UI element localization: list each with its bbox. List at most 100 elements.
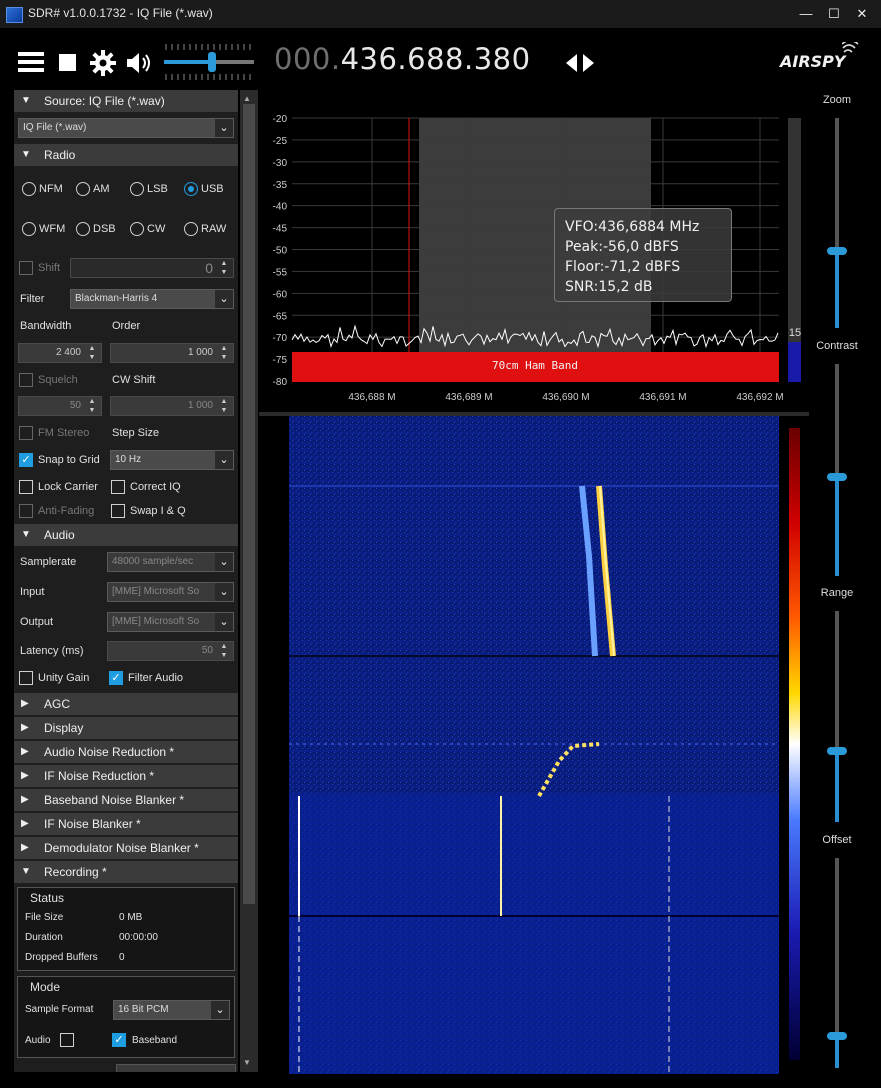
filter-select[interactable]: Blackman-Harris 4 ⌄ xyxy=(70,289,234,309)
agc-section-header[interactable]: ▶ AGC xyxy=(14,693,238,715)
if-noise-reduction-header[interactable]: ▶ IF Noise Reduction * xyxy=(14,765,238,787)
shift-checkbox[interactable] xyxy=(19,261,33,275)
mode-radio-dsb[interactable] xyxy=(76,222,90,236)
swap-iq-label: Swap I & Q xyxy=(130,505,186,517)
tooltip-floor: Floor:-71,2 dBFS xyxy=(565,259,681,275)
scroll-down-icon[interactable]: ▼ xyxy=(243,1058,251,1067)
bandwidth-label: Bandwidth xyxy=(20,320,72,332)
y-tick-label: -35 xyxy=(273,180,288,191)
latency-input[interactable]: 50 ▲ ▼ xyxy=(107,641,234,661)
gear-icon[interactable] xyxy=(90,50,116,76)
record-button[interactable] xyxy=(116,1064,236,1072)
anti-fading-checkbox[interactable] xyxy=(19,504,33,518)
duration-value: 00:00:00 xyxy=(119,932,158,943)
swap-iq-checkbox[interactable] xyxy=(111,504,125,518)
record-audio-checkbox[interactable] xyxy=(60,1033,74,1047)
tuning-arrows-icon[interactable] xyxy=(566,53,594,73)
recording-mode-box: Mode Sample Format 16 Bit PCM ⌄ Audio ✓ B… xyxy=(17,976,235,1058)
y-tick-label: -60 xyxy=(273,289,288,300)
anti-fading-label: Anti-Fading xyxy=(38,505,95,517)
samplerate-select[interactable]: 48000 sample/sec ⌄ xyxy=(107,552,234,572)
scrollbar-thumb[interactable] xyxy=(243,104,255,904)
maximize-button[interactable]: ☐ xyxy=(823,4,845,24)
snap-to-grid-label: Snap to Grid xyxy=(38,454,100,466)
output-device-select[interactable]: [MME] Microsoft So ⌄ xyxy=(107,612,234,632)
mode-radio-lsb[interactable] xyxy=(130,182,144,196)
mode-label-usb: USB xyxy=(201,183,224,195)
scroll-up-icon[interactable]: ▲ xyxy=(243,94,251,103)
speaker-icon[interactable] xyxy=(126,51,154,75)
zoom-label: Zoom xyxy=(822,94,852,106)
title-bar: SDR# v1.0.0.1732 - IQ File (*.wav) — ☐ ✕ xyxy=(0,0,881,28)
waterfall-display[interactable] xyxy=(259,416,809,1074)
shift-input[interactable]: 0 ▲ ▼ xyxy=(70,258,234,278)
squelch-checkbox[interactable] xyxy=(19,373,33,387)
spectrum-analyzer[interactable]: 70cm Ham Band -20 -25 -30 -35 -40 -45 -50 -55 -6… xyxy=(259,90,809,412)
source-select[interactable]: IQ File (*.wav) ⌄ xyxy=(18,118,234,138)
snap-to-grid-checkbox[interactable]: ✓ xyxy=(19,453,33,467)
source-section-header[interactable]: ▼ Source: IQ File (*.wav) xyxy=(14,90,238,112)
display-sliders-panel: Zoom Contrast Range Offset xyxy=(809,90,865,1074)
stop-icon[interactable] xyxy=(59,54,76,71)
zoom-slider[interactable] xyxy=(827,247,847,255)
frequency-display[interactable]: 000.436.688.380 xyxy=(274,42,531,76)
mode-radio-am[interactable] xyxy=(76,182,90,196)
fm-stereo-checkbox[interactable] xyxy=(19,426,33,440)
menu-icon[interactable] xyxy=(18,51,44,73)
mode-radio-raw[interactable] xyxy=(184,222,198,236)
y-tick-label: -75 xyxy=(273,355,288,366)
chevron-down-icon: ⌄ xyxy=(215,613,233,631)
order-input[interactable]: 1 000 ▲ ▼ xyxy=(110,343,234,363)
mode-radio-wfm[interactable] xyxy=(22,222,36,236)
lock-carrier-checkbox[interactable] xyxy=(19,480,33,494)
sample-format-select[interactable]: 16 Bit PCM ⌄ xyxy=(113,1000,230,1020)
chevron-down-icon: ⌄ xyxy=(211,1001,229,1019)
demodulator-noise-blanker-header[interactable]: ▶ Demodulator Noise Blanker * xyxy=(14,837,238,859)
range-label: Range xyxy=(820,587,854,599)
y-tick-label: -45 xyxy=(273,224,288,235)
filter-audio-label: Filter Audio xyxy=(128,672,184,684)
settings-scrollbar[interactable]: ▲ ▼ xyxy=(240,90,258,1072)
audio-section-header[interactable]: ▼ Audio xyxy=(14,524,238,546)
y-tick-label: -80 xyxy=(273,377,288,388)
cw-shift-input[interactable]: 1 000 ▲ ▼ xyxy=(110,396,234,416)
y-tick-label: -20 xyxy=(273,114,288,125)
radio-section-header[interactable]: ▼ Radio xyxy=(14,144,238,166)
offset-slider[interactable] xyxy=(827,1032,847,1040)
record-baseband-checkbox[interactable]: ✓ xyxy=(112,1033,126,1047)
input-device-select[interactable]: [MME] Microsoft So ⌄ xyxy=(107,582,234,602)
baseband-noise-blanker-header[interactable]: ▶ Baseband Noise Blanker * xyxy=(14,789,238,811)
airspy-logo: AIRSPY xyxy=(780,52,846,71)
step-size-select[interactable]: 10 Hz ⌄ xyxy=(110,450,234,470)
y-tick-label: -40 xyxy=(273,202,288,213)
squelch-input[interactable]: 50 ▲ ▼ xyxy=(18,396,102,416)
close-button[interactable]: ✕ xyxy=(851,4,873,24)
unity-gain-checkbox[interactable] xyxy=(19,671,33,685)
mode-label-raw: RAW xyxy=(201,223,227,235)
x-tick-label: 436,690 M xyxy=(542,392,589,403)
file-size-label: File Size xyxy=(25,912,64,923)
recording-status-box: Status File Size 0 MB Duration 00:00:00 … xyxy=(17,887,235,971)
recording-section-header[interactable]: ▼ Recording * xyxy=(14,861,238,883)
audio-noise-reduction-header[interactable]: ▶ Audio Noise Reduction * xyxy=(14,741,238,763)
app-icon xyxy=(6,7,23,23)
y-tick-label: -25 xyxy=(273,136,288,147)
display-section-header[interactable]: ▶ Display xyxy=(14,717,238,739)
if-noise-blanker-header[interactable]: ▶ IF Noise Blanker * xyxy=(14,813,238,835)
squelch-label: Squelch xyxy=(38,374,78,386)
volume-slider[interactable] xyxy=(162,40,256,84)
correct-iq-checkbox[interactable] xyxy=(111,480,125,494)
minimize-button[interactable]: — xyxy=(795,4,817,24)
mode-radio-cw[interactable] xyxy=(130,222,144,236)
bandwidth-input[interactable]: 2 400 ▲ ▼ xyxy=(18,343,102,363)
filter-audio-checkbox[interactable]: ✓ xyxy=(109,671,123,685)
range-slider[interactable] xyxy=(827,747,847,755)
mode-radio-usb[interactable] xyxy=(184,182,198,196)
x-tick-label: 436,689 M xyxy=(445,392,492,403)
y-tick-label: -70 xyxy=(273,333,288,344)
waterfall-noise-block xyxy=(289,794,779,1074)
offset-label: Offset xyxy=(822,834,852,846)
contrast-slider[interactable] xyxy=(827,473,847,481)
settings-panel: ▼ Source: IQ File (*.wav) IQ File (*.wav)… xyxy=(14,90,238,1072)
mode-radio-nfm[interactable] xyxy=(22,182,36,196)
